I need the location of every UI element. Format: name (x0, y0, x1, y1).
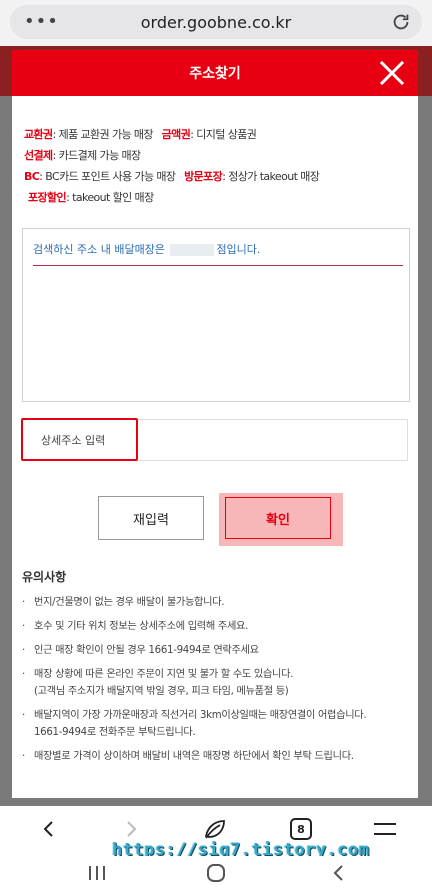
search-result-box: 검색하신 주소 내 배달매장은 점입니다. (22, 228, 410, 402)
notes-list: 번지/건물명이 없는 경우 배달이 불가능합니다. 호수 및 기타 위치 정보는… (20, 594, 412, 772)
result-divider (33, 265, 403, 266)
result-suffix: 점입니다. (216, 243, 261, 256)
legend-row: 포장할인: takeout 할인 매장 (28, 191, 154, 204)
recent-apps-icon[interactable] (86, 864, 108, 882)
note-item: 매장 상황에 따른 온라인 주문이 지연 및 불가 할 수도 있습니다. (고객님… (20, 666, 412, 700)
note-text-sub: (고객님 주소지가 배달지역 밖일 경우, 피크 타임, 메뉴품절 등) (34, 686, 289, 697)
system-home-icon[interactable] (206, 863, 226, 883)
note-text: 배달지역이 가장 가까운매장과 직선거리 3km이상일때는 매장연결이 어렵습니… (34, 710, 367, 721)
result-prefix: 검색하신 주소 내 배달매장은 (33, 243, 165, 256)
legend-key-prepay: 선결제 (24, 149, 53, 162)
tab-count-badge: 8 (290, 818, 312, 840)
leaf-home-icon (204, 820, 225, 839)
reload-icon[interactable] (390, 11, 412, 33)
back-arrow-icon (43, 821, 53, 837)
store-type-legend: 교환권: 제품 교환권 가능 매장 금액권: 디지털 상품권 선결제: 카드결제… (24, 124, 320, 208)
legend-key-voucher: 교환권 (24, 128, 53, 141)
note-text: 호수 및 기타 위치 정보는 상세주소에 입력해 주세요. (34, 621, 249, 632)
forward-arrow-icon (127, 821, 137, 837)
hamburger-menu-icon (374, 823, 396, 835)
notes-title: 유의사항 (22, 570, 67, 584)
note-text: 번지/건물명이 없는 경우 배달이 불가능합니다. (34, 597, 225, 608)
legend-desc-bc: BC카드 포인트 사용 가능 매장 (45, 170, 176, 183)
reset-button[interactable]: 재입력 (98, 496, 204, 540)
confirm-button-highlight: 확인 (219, 493, 343, 546)
note-item: 인근 매장 확인이 안될 경우 1661-9494로 연락주세요 (20, 642, 412, 659)
legend-desc-prepay: 카드결제 가능 매장 (58, 149, 142, 162)
legend-row: 교환권: 제품 교환권 가능 매장 금액권: 디지털 상품권 (24, 128, 257, 141)
legend-desc-takeout: takeout 할인 매장 (72, 191, 154, 204)
detail-address-highlight (21, 418, 138, 461)
back-button[interactable] (34, 814, 64, 844)
note-item: 매장별로 가격이 상이하며 배달비 내역은 매장명 하단에서 확인 부탁 드립니… (20, 748, 412, 765)
legend-row: 선결제: 카드결제 가능 매장 (24, 149, 142, 162)
browser-url-bar: ••• order.goobne.co.kr (0, 0, 432, 46)
note-item: 번지/건물명이 없는 경우 배달이 불가능합니다. (20, 594, 412, 611)
modal-header: 주소찾기 (12, 50, 418, 96)
modal-title: 주소찾기 (189, 66, 241, 82)
note-text: 인근 매장 확인이 안될 경우 1661-9494로 연락주세요 (34, 645, 259, 656)
note-text-sub: 1661-9494로 전화주문 부탁드립니다. (34, 727, 196, 738)
menu-button[interactable] (370, 814, 400, 844)
address-search-modal: 주소찾기 교환권: 제품 교환권 가능 매장 금액권: 디지털 상품권 선결제:… (12, 50, 418, 798)
note-item: 호수 및 기타 위치 정보는 상세주소에 입력해 주세요. (20, 618, 412, 635)
legend-desc-visit: 정상가 takeout 매장 (228, 170, 320, 183)
note-text: 매장 상황에 따른 온라인 주문이 지연 및 불가 할 수도 있습니다. (34, 669, 294, 680)
legend-key-bc: BC (24, 170, 40, 183)
legend-row: BC: BC카드 포인트 사용 가능 매장 방문포장: 정상가 takeout … (24, 170, 320, 183)
note-item: 배달지역이 가장 가까운매장과 직선거리 3km이상일때는 매장연결이 어렵습니… (20, 707, 412, 741)
note-text: 매장별로 가격이 상이하며 배달비 내역은 매장명 하단에서 확인 부탁 드립니… (34, 751, 354, 762)
legend-key-gift: 금액권 (161, 128, 191, 141)
system-back-icon[interactable] (330, 863, 348, 883)
url-box[interactable]: ••• order.goobne.co.kr (10, 5, 422, 39)
confirm-button[interactable]: 확인 (225, 497, 331, 539)
legend-desc-gift: 디지털 상품권 (196, 128, 257, 141)
url-text[interactable]: order.goobne.co.kr (10, 13, 422, 32)
system-nav-bar (0, 856, 432, 896)
legend-key-takeout: 포장할인 (28, 191, 67, 204)
close-icon[interactable] (378, 59, 406, 87)
search-result-text: 검색하신 주소 내 배달매장은 점입니다. (33, 241, 260, 257)
redacted-store-name (170, 244, 215, 256)
legend-desc-voucher: 제품 교환권 가능 매장 (58, 128, 154, 141)
legend-key-visit: 방문포장 (184, 170, 223, 183)
